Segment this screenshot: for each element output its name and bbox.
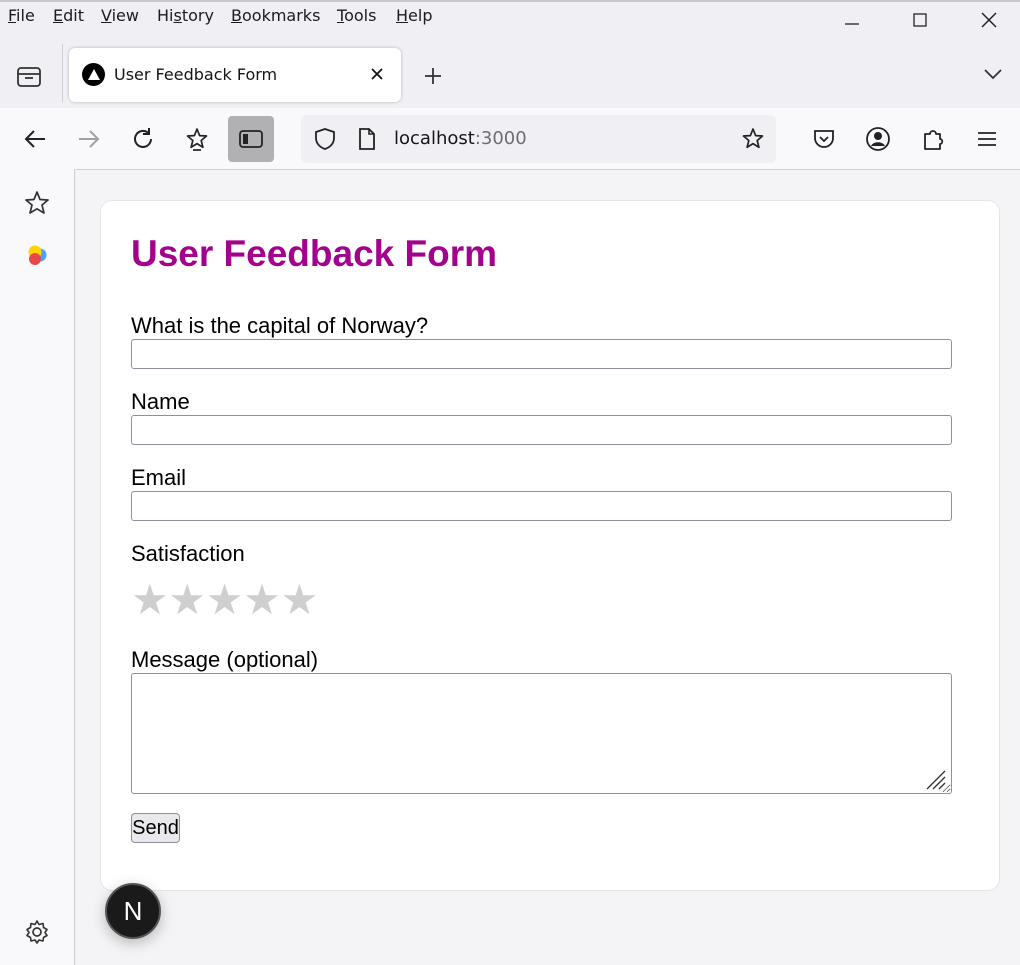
feedback-form-card: User Feedback Form What is the capital o… [100, 200, 1000, 891]
page-viewport: User Feedback Form What is the capital o… [76, 169, 1020, 965]
satisfaction-label: Satisfaction [131, 541, 245, 566]
sidebar-extension-button[interactable] [22, 240, 52, 270]
list-all-tabs-button[interactable] [977, 58, 1009, 90]
plus-icon [425, 68, 441, 84]
question-label: What is the capital of Norway? [131, 313, 429, 338]
back-button[interactable] [12, 116, 58, 162]
nextjs-dev-indicator[interactable]: N [105, 883, 161, 939]
rating-star-5[interactable]: ★ [281, 579, 319, 621]
nextjs-logo-letter: N [123, 895, 143, 926]
navigation-toolbar: localhost:3000 [0, 108, 1020, 169]
sidebar-icon [239, 130, 263, 148]
bookmark-page-star-icon[interactable] [741, 127, 765, 151]
app-menu-button[interactable] [964, 116, 1010, 162]
star-icon [25, 191, 49, 214]
gear-icon [26, 920, 48, 944]
forward-button[interactable] [66, 116, 112, 162]
star-list-icon [186, 128, 208, 151]
maximize-button[interactable] [908, 8, 932, 32]
arrow-left-icon [24, 130, 45, 148]
tab-title: User Feedback Form [114, 65, 278, 84]
minimize-button[interactable] [840, 8, 864, 32]
account-button[interactable] [855, 116, 901, 162]
menu-tools[interactable]: Tools [337, 6, 376, 25]
sidebar-toggle-button[interactable] [228, 116, 274, 162]
maximize-icon [913, 13, 927, 27]
menu-edit[interactable]: Edit [53, 6, 84, 25]
sidebar-settings-button[interactable] [22, 917, 52, 947]
rating-star-2[interactable]: ★ [168, 579, 206, 621]
rating-star-4[interactable]: ★ [243, 579, 281, 621]
arrow-right-icon [79, 130, 100, 148]
reload-icon [134, 128, 152, 148]
tab-separator [62, 44, 63, 102]
page-info-icon[interactable] [355, 127, 379, 151]
tab-strip: User Feedback Form [0, 32, 1020, 108]
url-bar[interactable]: localhost:3000 [301, 115, 776, 163]
name-input[interactable] [131, 415, 952, 445]
close-icon [371, 68, 383, 80]
rating-star-3[interactable]: ★ [206, 579, 244, 621]
message-label: Message (optional) [131, 647, 319, 672]
tab-user-feedback-form[interactable]: User Feedback Form [69, 48, 401, 102]
firefox-view-icon [17, 67, 41, 87]
question-input[interactable] [131, 339, 952, 369]
satisfaction-rating: ★ ★ ★ ★ ★ [131, 579, 318, 621]
form-title: User Feedback Form [131, 233, 498, 274]
menu-bar: File Edit View History Bookmarks Tools H… [0, 0, 1020, 32]
name-label: Name [131, 389, 190, 414]
message-textarea[interactable] [131, 673, 952, 794]
firefox-view-button[interactable] [13, 60, 45, 92]
tab-favicon-icon [82, 63, 105, 86]
extensions-button[interactable] [910, 116, 956, 162]
chevron-down-icon [984, 69, 1002, 80]
sidebar-bookmarks-button[interactable] [22, 188, 52, 218]
pocket-button[interactable] [801, 116, 847, 162]
email-input[interactable] [131, 491, 952, 521]
menu-bookmarks[interactable]: Bookmarks [231, 6, 320, 25]
triangle-icon [87, 69, 100, 80]
bookmarks-menu-button[interactable] [174, 116, 220, 162]
menu-file[interactable]: File [8, 6, 35, 25]
url-text: localhost:3000 [394, 128, 527, 149]
reload-button[interactable] [120, 116, 166, 162]
minimize-icon [845, 23, 859, 25]
colorful-extension-icon [28, 245, 47, 265]
tracking-protection-shield-icon[interactable] [313, 127, 337, 151]
tab-close-button[interactable] [366, 63, 388, 85]
send-button[interactable]: Send [131, 813, 180, 843]
email-label: Email [131, 465, 187, 490]
puzzle-piece-icon [924, 130, 944, 150]
menu-view[interactable]: View [101, 6, 139, 25]
menu-history[interactable]: History [157, 6, 214, 25]
account-icon [866, 127, 890, 151]
new-tab-button[interactable] [417, 60, 449, 92]
pocket-icon [814, 130, 834, 148]
close-window-button[interactable] [977, 8, 1001, 32]
close-icon [981, 12, 997, 28]
rating-star-1[interactable]: ★ [131, 579, 169, 621]
hamburger-menu-icon [978, 132, 996, 146]
menu-help[interactable]: Help [396, 6, 432, 25]
sidebar [0, 169, 75, 965]
